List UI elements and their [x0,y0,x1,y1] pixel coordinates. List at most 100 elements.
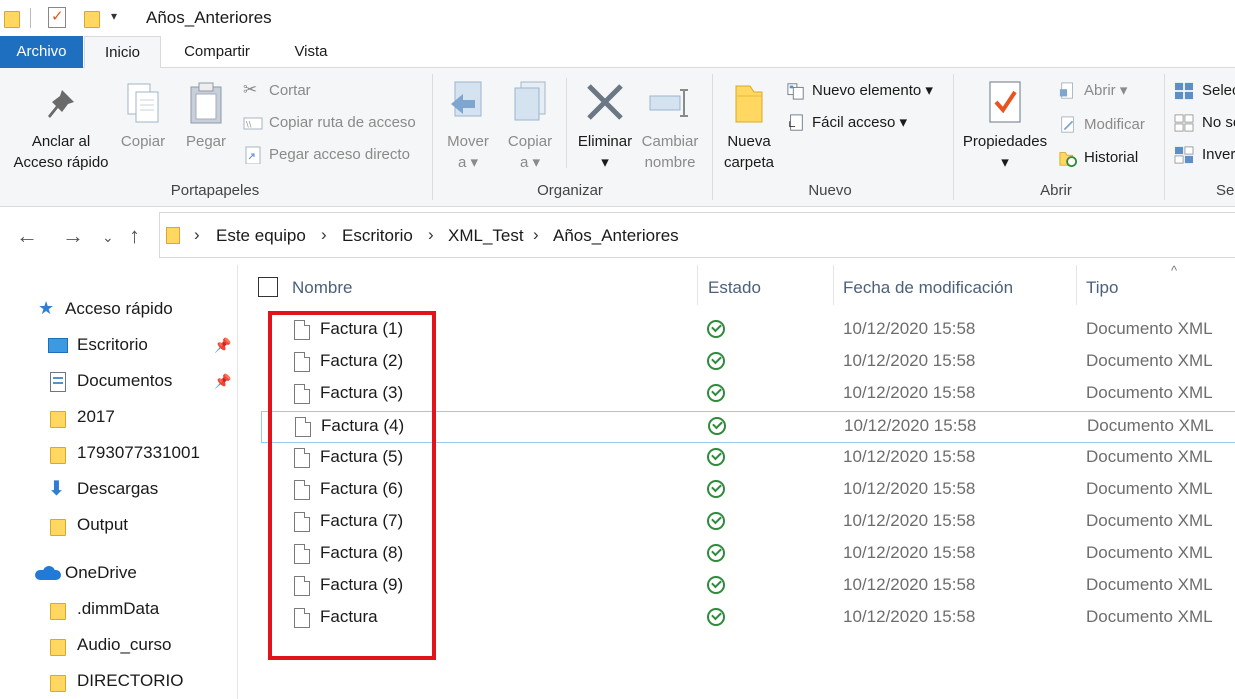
copy-to-icon [514,81,546,121]
breadcrumb-chevron-icon[interactable]: › [533,225,539,245]
title-bar: ▾ Años_Anteriores [0,0,1235,36]
open-button[interactable]: Abrir ▾ [1058,79,1127,103]
select-all-checkbox[interactable] [258,277,278,297]
easy-access-icon [789,114,803,131]
column-header-fecha[interactable]: Fecha de modificación [843,265,1073,311]
breadcrumb-chevron-icon[interactable]: › [321,225,327,245]
pin-label-1: Anclar al [31,133,91,150]
breadcrumb-escritorio[interactable]: Escritorio [342,226,413,246]
easy-access-button[interactable]: Fácil acceso ▾ [786,111,907,135]
nav-label: Output [77,515,129,534]
tab-vista[interactable]: Vista [278,36,344,68]
properties-quick-icon[interactable] [48,7,66,28]
nav-label: Acceso rápido [65,299,173,318]
nav-item-documentos[interactable]: Documentos 📌 [48,364,238,398]
column-divider[interactable] [697,265,698,305]
folder-icon [48,636,66,656]
breadcrumb-anos-anteriores[interactable]: Años_Anteriores [553,226,679,246]
properties-label-2: ▾ [1001,154,1009,171]
folder-icon [48,600,66,620]
new-folder-quick-icon[interactable] [84,8,100,28]
address-bar[interactable]: › Este equipo › Escritorio › XML_Test › … [159,212,1235,258]
group-label-nuevo: Nuevo [808,182,852,199]
desktop-icon [48,336,68,354]
tab-archivo[interactable]: Archivo [0,36,83,68]
new-item-button[interactable]: Nuevo elemento ▾ [786,79,933,103]
nav-item-escritorio[interactable]: Escritorio 📌 [48,328,238,362]
folder-icon [4,8,20,28]
pin-icon[interactable]: 📌 [214,328,231,362]
new-item-icon [787,83,804,100]
history-icon [1059,152,1077,167]
column-header-nombre[interactable]: Nombre [292,265,692,311]
invert-selection-button[interactable]: Inver [1174,143,1235,167]
copy-to-label-2: a ▾ [519,154,541,171]
sync-ok-icon [707,352,725,370]
nav-label: Descargas [77,479,159,498]
rename-label-1: Cambiar [641,133,699,150]
select-all-button[interactable]: Selec [1174,79,1235,103]
edit-icon [1061,116,1074,133]
star-icon: ★ [38,298,55,318]
sync-ok-icon [707,480,725,498]
edit-label: Modificar [1084,116,1145,133]
file-date: 10/12/2020 15:58 [843,543,976,562]
breadcrumb-chevron-icon[interactable]: › [428,225,434,245]
separator [566,78,567,168]
forward-arrow-icon[interactable]: → [62,223,84,249]
file-date: 10/12/2020 15:58 [843,319,976,338]
column-divider[interactable] [833,265,834,305]
breadcrumb-chevron-icon[interactable]: › [194,225,200,245]
column-divider[interactable] [1076,265,1077,305]
column-header-tipo[interactable]: Tipo [1086,265,1226,311]
select-none-button[interactable]: No se [1174,111,1235,135]
cloud-icon [35,566,61,580]
back-arrow-icon[interactable]: ← [16,223,38,249]
move-to-label-1: Mover [447,133,489,150]
file-type: Documento XML [1086,319,1213,338]
move-to-label-2: a ▾ [457,154,479,171]
tab-inicio[interactable]: Inicio [84,36,161,69]
nav-label: Audio_curso [77,635,172,654]
group-separator [953,74,954,200]
recent-locations-chevron-icon[interactable]: ⌄ [102,229,114,246]
up-arrow-icon[interactable]: ↑ [129,223,140,249]
delete-label-2: ▾ [601,154,609,171]
cut-button[interactable]: ✂ Cortar [243,79,311,103]
file-type: Documento XML [1086,383,1213,402]
breadcrumb-xml-test[interactable]: XML_Test [448,226,524,246]
tab-compartir[interactable]: Compartir [168,36,266,68]
sync-ok-icon [707,576,725,594]
folder-icon [48,516,66,536]
documents-icon [50,372,68,392]
paste-shortcut-label: Pegar acceso directo [269,146,410,163]
file-type: Documento XML [1086,351,1213,370]
paste-shortcut-icon [245,146,261,164]
select-none-icon [1174,114,1194,132]
pin-icon[interactable]: 📌 [214,364,231,398]
customize-toolbar-chevron-icon[interactable]: ▾ [111,9,117,23]
paste-shortcut-button[interactable]: Pegar acceso directo [243,143,410,167]
edit-button[interactable]: Modificar [1058,113,1145,137]
cut-label: Cortar [269,82,311,99]
file-date: 10/12/2020 15:58 [843,479,976,498]
group-label-organizar: Organizar [537,182,603,199]
delete-x-icon [587,84,623,120]
column-header-estado[interactable]: Estado [708,265,828,311]
nav-label: Escritorio [77,335,148,354]
file-type: Documento XML [1086,447,1213,466]
ribbon-tabs: Archivo Inicio Compartir Vista [0,36,1235,69]
open-label: Abrir ▾ [1084,82,1128,99]
invert-selection-label: Inver [1202,146,1235,163]
copy-label: Copiar [120,133,166,150]
invert-selection-icon [1174,146,1194,164]
file-type: Documento XML [1086,511,1213,530]
copy-path-button[interactable]: \\ Copiar ruta de acceso [243,111,416,135]
download-icon: ⬇ [48,478,65,500]
group-label-abrir: Abrir [1040,182,1072,199]
nav-label: 2017 [77,407,115,426]
breadcrumb-este-equipo[interactable]: Este equipo [216,226,306,246]
copy-path-icon: \\ [243,117,263,130]
history-button[interactable]: Historial [1058,146,1138,170]
folder-icon [48,672,66,692]
